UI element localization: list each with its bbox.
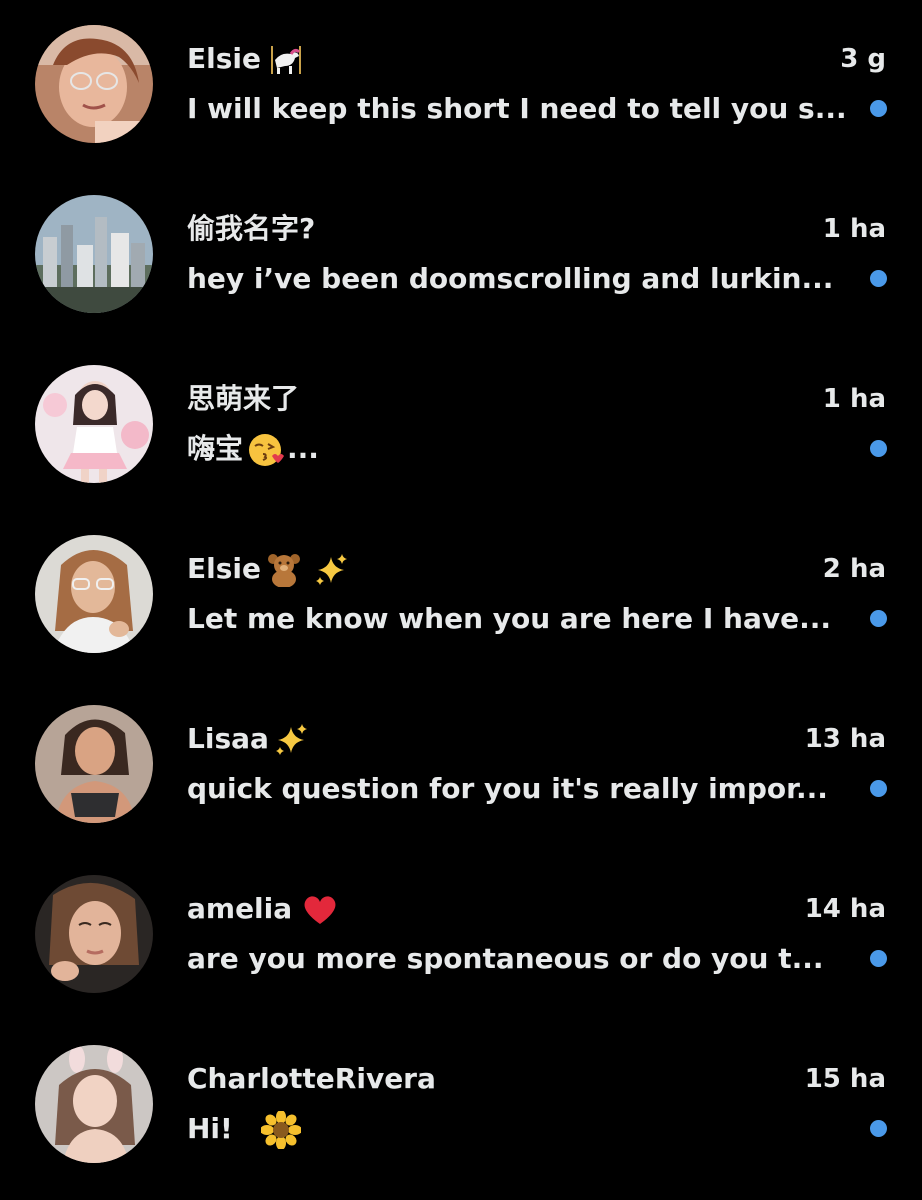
unread-indicator [870,1120,887,1137]
timestamp: 1 ha [822,214,886,244]
avatar-image [35,535,153,653]
preview-text: 嗨宝 [187,432,244,465]
avatar-image [35,875,153,993]
conversation-row[interactable]: amelia 14 ha are you more spontaneous or… [0,850,922,1020]
name-text: Elsie [187,42,261,75]
timestamp: 1 ha [822,384,886,414]
message-preview: 嗨宝 ... [187,431,847,468]
timestamp: 13 ha [804,724,886,754]
name-text: Lisaa [187,722,269,755]
name-text: Elsie [187,552,261,585]
avatar[interactable] [35,875,153,993]
conversation-row[interactable]: Lisaa 13 ha quick question for you it's … [0,680,922,850]
conversation-row[interactable]: CharlotteRivera 15 ha Hi! [0,1020,922,1190]
conversation-name: Elsie [187,551,349,587]
preview-ellipsis: ... [287,432,319,465]
avatar[interactable] [35,365,153,483]
avatar[interactable] [35,195,153,313]
avatar[interactable] [35,1045,153,1163]
unread-indicator [870,440,887,457]
avatar-image [35,1045,153,1163]
timestamp: 3 g [840,44,886,74]
conversation-name: CharlotteRivera [187,1061,436,1097]
timestamp: 2 ha [822,554,886,584]
unread-indicator [870,100,887,117]
name-text: 思萌来了 [187,382,300,415]
unread-indicator [870,950,887,967]
timestamp: 14 ha [804,894,886,924]
conversation-name: 思萌来了 [187,381,299,417]
avatar-image [35,365,153,483]
avatar[interactable] [35,25,153,143]
preview-text: Hi! [187,1112,233,1145]
avatar-image [35,705,153,823]
sunflower-icon [260,1111,301,1149]
conversation-row[interactable]: Elsie 2 ha Let me know when you are here… [0,510,922,680]
sparkles-icon [313,553,349,587]
name-text: CharlotteRivera [187,1062,436,1095]
timestamp: 15 ha [804,1064,886,1094]
red-heart-icon [302,894,338,926]
message-preview: Hi! [187,1111,847,1149]
message-preview: hey i’ve been doomscrolling and lurkin..… [187,262,834,295]
avatar-image [35,195,153,313]
conversation-name: Elsie [187,41,309,77]
conversation-row[interactable]: 偷我名字? 1 ha hey i’ve been doomscrolling a… [0,170,922,340]
name-text: amelia [187,892,293,925]
carousel-horse-icon [265,44,309,76]
unread-indicator [870,610,887,627]
avatar-image [35,25,153,143]
message-preview: I will keep this short I need to tell yo… [187,92,847,125]
sparkles-icon [273,723,309,757]
message-preview: are you more spontaneous or do you t... [187,942,824,975]
message-preview: quick question for you it's really impor… [187,772,828,805]
dm-conversation-list: Elsie 3 g I will keep this short I need … [0,0,922,1200]
avatar[interactable] [35,705,153,823]
conversation-name: Lisaa [187,721,309,757]
teddy-bear-icon [265,553,303,587]
conversation-row[interactable]: Elsie 3 g I will keep this short I need … [0,0,922,170]
conversation-name: 偷我名字? [187,211,315,247]
name-text: 偷我名字? [187,212,316,245]
unread-indicator [870,780,887,797]
message-preview: Let me know when you are here I have... [187,602,831,635]
conversation-name: amelia [187,891,338,927]
kissing-face-icon [247,432,287,468]
avatar[interactable] [35,535,153,653]
unread-indicator [870,270,887,287]
conversation-row[interactable]: 思萌来了 1 ha 嗨宝 ... [0,340,922,510]
